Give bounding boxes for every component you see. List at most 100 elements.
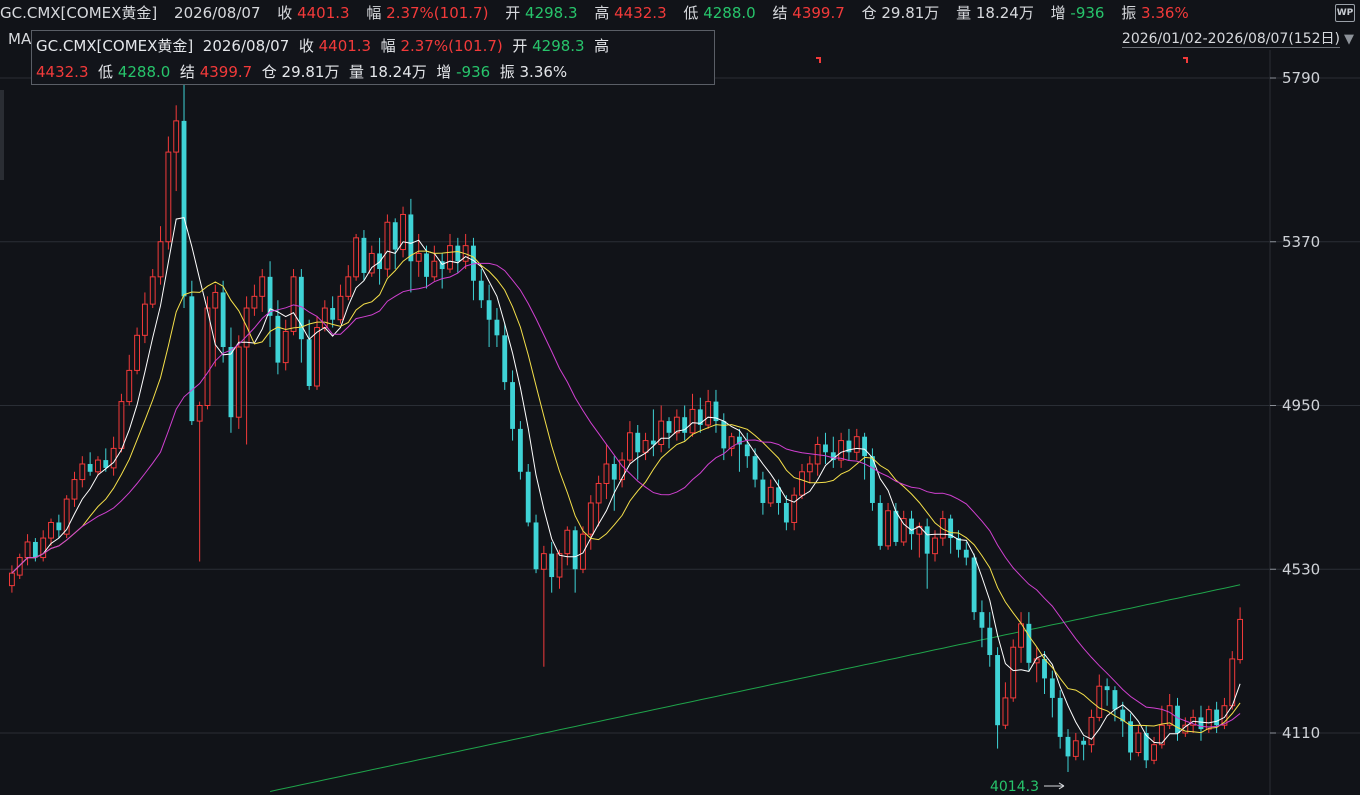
- candle-body[interactable]: [603, 463, 610, 484]
- wp-icon[interactable]: WP: [1335, 4, 1355, 22]
- candle-body[interactable]: [1198, 717, 1204, 730]
- candle-body[interactable]: [494, 319, 500, 336]
- event-marker-icon[interactable]: [816, 57, 821, 63]
- candle-body[interactable]: [87, 463, 93, 472]
- candle-body[interactable]: [110, 447, 117, 469]
- candle-body[interactable]: [212, 291, 219, 309]
- candle-body[interactable]: [1049, 678, 1055, 698]
- candle-body[interactable]: [924, 526, 930, 554]
- candle-body[interactable]: [478, 280, 484, 301]
- candle-body[interactable]: [783, 502, 789, 523]
- candle-body[interactable]: [525, 471, 531, 523]
- candle-body[interactable]: [909, 518, 914, 535]
- candle-body[interactable]: [165, 151, 172, 243]
- candle-body[interactable]: [1081, 740, 1087, 745]
- candle-body[interactable]: [1175, 705, 1180, 733]
- candle-body[interactable]: [752, 456, 758, 480]
- candle-body[interactable]: [1065, 736, 1071, 757]
- candle-body[interactable]: [126, 369, 133, 403]
- candle-body[interactable]: [572, 530, 578, 570]
- candle-body[interactable]: [24, 541, 31, 559]
- candle-body[interactable]: [1166, 705, 1173, 726]
- candle-body[interactable]: [767, 486, 774, 504]
- candle-body[interactable]: [540, 553, 547, 570]
- candle-body[interactable]: [173, 120, 180, 153]
- candle-body[interactable]: [666, 421, 672, 433]
- candle-body[interactable]: [1104, 686, 1110, 691]
- candle-body[interactable]: [705, 401, 712, 426]
- candle-body[interactable]: [259, 276, 266, 297]
- candle-body[interactable]: [642, 440, 649, 453]
- candle-body[interactable]: [1237, 618, 1244, 661]
- candle-body[interactable]: [314, 327, 320, 387]
- candle-body[interactable]: [995, 655, 1001, 726]
- candle-body[interactable]: [1214, 709, 1220, 726]
- candle-body[interactable]: [963, 549, 969, 558]
- candle-body[interactable]: [251, 295, 258, 309]
- candle-body[interactable]: [1151, 744, 1157, 761]
- candle-body[interactable]: [932, 537, 938, 555]
- candle-body[interactable]: [1229, 658, 1236, 707]
- candle-body[interactable]: [893, 510, 899, 542]
- candle-body[interactable]: [987, 627, 993, 656]
- candle-body[interactable]: [415, 252, 422, 262]
- candle-body[interactable]: [776, 487, 781, 503]
- candle-body[interactable]: [533, 522, 539, 570]
- symbol-label[interactable]: GC.CMX[COMEX黄金]: [0, 4, 157, 22]
- candle-body[interactable]: [275, 315, 281, 363]
- candle-body[interactable]: [196, 405, 203, 422]
- candle-body[interactable]: [1018, 623, 1024, 648]
- candle-body[interactable]: [204, 307, 211, 406]
- candle-body[interactable]: [337, 295, 344, 321]
- candle-body[interactable]: [32, 541, 38, 558]
- candle-body[interactable]: [306, 339, 312, 387]
- candle-body[interactable]: [353, 237, 360, 278]
- candle-body[interactable]: [345, 276, 352, 297]
- candle-body[interactable]: [1088, 716, 1095, 746]
- candle-body[interactable]: [1072, 740, 1079, 757]
- candle-body[interactable]: [431, 260, 438, 278]
- candle-body[interactable]: [16, 557, 23, 576]
- candle-body[interactable]: [71, 479, 78, 500]
- candle-body[interactable]: [181, 120, 187, 297]
- dropdown-triangle-icon[interactable]: ▼: [1344, 32, 1354, 47]
- candle-body[interactable]: [838, 440, 845, 461]
- candle-body[interactable]: [823, 444, 828, 453]
- candle-body[interactable]: [455, 245, 461, 262]
- candle-body[interactable]: [330, 308, 336, 320]
- candle-body[interactable]: [806, 463, 813, 473]
- candle-body[interactable]: [626, 432, 633, 461]
- candle-body[interactable]: [1112, 690, 1118, 710]
- candle-body[interactable]: [235, 346, 242, 418]
- candle-body[interactable]: [361, 237, 367, 273]
- candle-body[interactable]: [290, 276, 297, 332]
- candle-body[interactable]: [220, 292, 226, 348]
- candle-body[interactable]: [1026, 623, 1032, 663]
- candle-body[interactable]: [502, 335, 508, 383]
- candle-body[interactable]: [48, 521, 54, 539]
- candle-body[interactable]: [1135, 732, 1142, 753]
- candle-body[interactable]: [189, 296, 195, 422]
- candle-body[interactable]: [862, 436, 868, 457]
- candle-body[interactable]: [791, 494, 798, 523]
- candle-body[interactable]: [744, 444, 750, 457]
- candle-body[interactable]: [549, 553, 555, 578]
- candle-body[interactable]: [392, 222, 398, 250]
- candle-body[interactable]: [580, 533, 586, 570]
- candle-body[interactable]: [564, 529, 571, 555]
- date-range-selector[interactable]: 2026/01/02-2026/08/07(152日) ▼: [1121, 28, 1354, 48]
- candle-body[interactable]: [141, 303, 148, 336]
- candle-body[interactable]: [510, 382, 515, 429]
- candle-body[interactable]: [447, 245, 453, 270]
- candle-body[interactable]: [799, 471, 805, 496]
- candle-body[interactable]: [228, 347, 234, 418]
- candle-body[interactable]: [56, 522, 62, 531]
- candle-body[interactable]: [595, 482, 602, 504]
- candle-body[interactable]: [1002, 697, 1009, 726]
- candle-body[interactable]: [689, 408, 696, 434]
- candlestick-chart[interactable]: 5790 5370 4950 4530 4110 4014.3: [0, 0, 1360, 795]
- candle-body[interactable]: [79, 463, 86, 481]
- candle-body[interactable]: [149, 276, 156, 305]
- candle-body[interactable]: [157, 241, 164, 278]
- candle-body[interactable]: [517, 428, 523, 472]
